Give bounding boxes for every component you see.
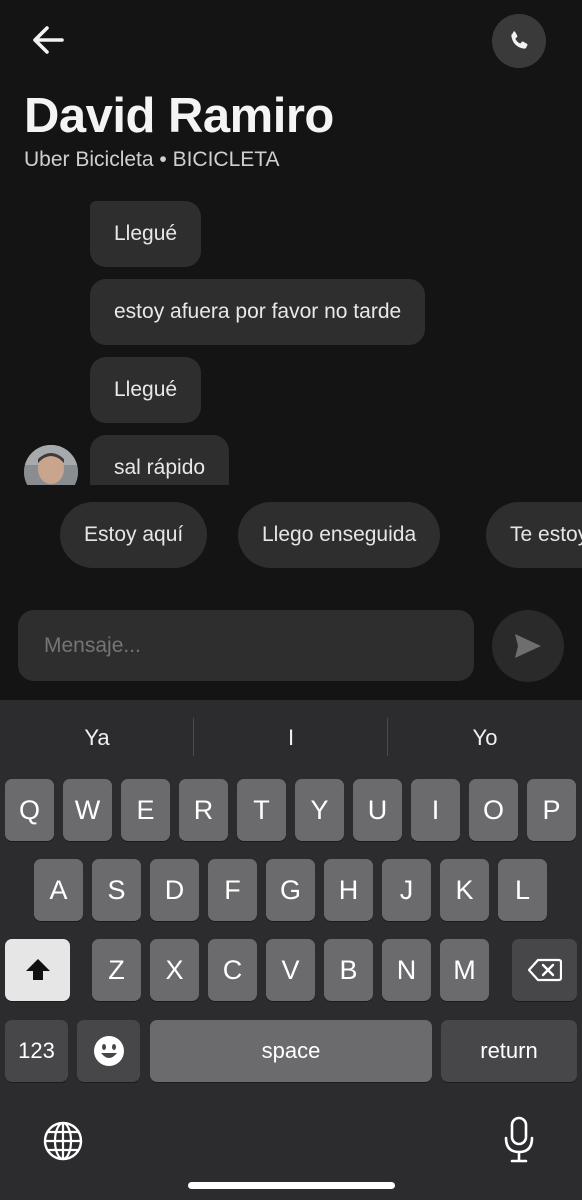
- avatar: [24, 445, 78, 485]
- quick-reply-chip[interactable]: Llego enseguida: [238, 502, 441, 568]
- key-z[interactable]: Z: [92, 939, 141, 1001]
- key-p[interactable]: P: [527, 779, 576, 841]
- backspace-icon: [527, 958, 562, 982]
- key-u[interactable]: U: [353, 779, 402, 841]
- key-l[interactable]: L: [498, 859, 547, 921]
- key-f[interactable]: F: [208, 859, 257, 921]
- key-m[interactable]: M: [440, 939, 489, 1001]
- key-s[interactable]: S: [92, 859, 141, 921]
- quick-reply-chip[interactable]: Te estoy: [486, 502, 582, 568]
- shift-key[interactable]: [5, 939, 70, 1001]
- suggestion-item[interactable]: Ya: [0, 718, 194, 758]
- key-j[interactable]: J: [382, 859, 431, 921]
- globe-icon: [43, 1121, 83, 1161]
- send-arrow-icon: [515, 634, 541, 658]
- key-i[interactable]: I: [411, 779, 460, 841]
- suggestion-item[interactable]: I: [194, 718, 388, 758]
- key-a[interactable]: A: [34, 859, 83, 921]
- key-t[interactable]: T: [237, 779, 286, 841]
- key-d[interactable]: D: [150, 859, 199, 921]
- shift-icon: [25, 959, 50, 980]
- message-bubble: sal rápido: [90, 435, 230, 485]
- contact-name: David Ramiro: [24, 89, 334, 143]
- message-bubble: estoy afuera por favor no tarde: [90, 279, 426, 345]
- home-indicator[interactable]: [188, 1182, 395, 1189]
- key-e[interactable]: E: [121, 779, 170, 841]
- message-bubble: Llegué: [90, 357, 202, 423]
- arrow-left-icon: [33, 26, 64, 54]
- keyboard: Ya I Yo Q W E R T Y U I O P A S D F G H …: [0, 700, 582, 1200]
- return-key[interactable]: return: [441, 1020, 577, 1082]
- space-key[interactable]: space: [150, 1020, 432, 1082]
- key-c[interactable]: C: [208, 939, 257, 1001]
- emoji-key[interactable]: [77, 1020, 140, 1082]
- key-o[interactable]: O: [469, 779, 518, 841]
- key-h[interactable]: H: [324, 859, 373, 921]
- message-list[interactable]: Llegué estoy afuera por favor no tarde L…: [0, 195, 582, 485]
- chat-header: David Ramiro Uber Bicicleta • BICICLETA: [0, 0, 582, 190]
- emoji-icon: [93, 1036, 124, 1066]
- globe-button[interactable]: [42, 1120, 84, 1162]
- suggestion-item[interactable]: Yo: [388, 718, 582, 758]
- key-r[interactable]: R: [179, 779, 228, 841]
- dictation-button[interactable]: [502, 1116, 536, 1164]
- numbers-key[interactable]: 123: [5, 1020, 68, 1082]
- microphone-icon: [504, 1116, 534, 1163]
- key-k[interactable]: K: [440, 859, 489, 921]
- key-v[interactable]: V: [266, 939, 315, 1001]
- back-button[interactable]: [28, 20, 68, 60]
- key-w[interactable]: W: [63, 779, 112, 841]
- quick-replies: Estoy aquí Llego enseguida Te estoy: [0, 502, 582, 568]
- backspace-key[interactable]: [512, 939, 577, 1001]
- message-bubble: Llegué: [90, 201, 202, 267]
- call-button[interactable]: [492, 14, 546, 68]
- key-q[interactable]: Q: [5, 779, 54, 841]
- key-b[interactable]: B: [324, 939, 373, 1001]
- phone-icon: [511, 31, 528, 49]
- key-x[interactable]: X: [150, 939, 199, 1001]
- key-y[interactable]: Y: [295, 779, 344, 841]
- quick-reply-chip[interactable]: Estoy aquí: [60, 502, 208, 568]
- message-input[interactable]: [18, 610, 474, 681]
- trip-subtitle: Uber Bicicleta • BICICLETA: [24, 148, 280, 171]
- key-n[interactable]: N: [382, 939, 431, 1001]
- key-g[interactable]: G: [266, 859, 315, 921]
- send-button[interactable]: [492, 610, 564, 682]
